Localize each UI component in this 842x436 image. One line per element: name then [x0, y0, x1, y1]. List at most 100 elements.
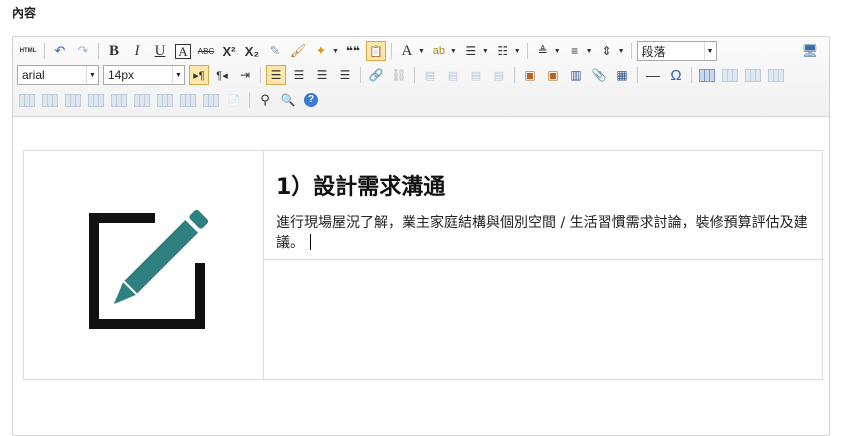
chevron-down-icon[interactable]: ▼: [514, 48, 521, 55]
page-break-icon[interactable]: 📄: [224, 90, 244, 110]
image-float-left-icon[interactable]: ▤: [443, 65, 463, 85]
table-grid-glyph: [699, 68, 715, 82]
merge-cells-icon[interactable]: [86, 90, 106, 110]
image-center-icon[interactable]: ▤: [489, 65, 509, 85]
align-center-icon[interactable]: ☰: [289, 65, 309, 85]
merge-right-icon[interactable]: [109, 90, 129, 110]
chevron-down-icon: ▼: [172, 66, 184, 84]
table-grid-glyph: [65, 93, 81, 107]
magic-wand-icon[interactable]: ✦: [311, 41, 331, 61]
font-color-button[interactable]: A: [397, 41, 417, 61]
rtl-direction-icon[interactable]: ¶◂: [212, 65, 232, 85]
content-table[interactable]: 1）設計需求溝通 進行現場屋況了解，業主家庭結構與個別空間 / 生活習慣需求討論…: [23, 150, 823, 380]
help-icon: ?: [304, 93, 318, 107]
unlink-icon[interactable]: ⛓: [389, 65, 409, 85]
map-icon[interactable]: ▦: [612, 65, 632, 85]
insert-paragraph-before-table-icon[interactable]: [743, 65, 763, 85]
image-float-none-icon[interactable]: ▤: [420, 65, 440, 85]
paragraph-text: 進行現場屋況了解，業主家庭結構與個別空間 / 生活習慣需求討論，裝修預算評估及建…: [276, 215, 808, 251]
superscript-button[interactable]: X²: [219, 41, 239, 61]
separator: [260, 67, 261, 83]
chevron-down-icon: ▼: [86, 66, 98, 84]
table-grid-glyph: [180, 93, 196, 107]
attachment-icon[interactable]: 📎: [589, 65, 609, 85]
text-border-label: A: [175, 43, 191, 59]
insert-col-icon[interactable]: [40, 90, 60, 110]
chevron-down-icon[interactable]: ▼: [482, 48, 489, 55]
table-grid-glyph: [134, 93, 150, 107]
align-justify-icon[interactable]: ☰: [335, 65, 355, 85]
image-icon[interactable]: ▣: [520, 65, 540, 85]
align-right-icon[interactable]: ☰: [312, 65, 332, 85]
unordered-list-icon[interactable]: ☷: [493, 41, 513, 61]
highlight-color-icon[interactable]: ab: [429, 41, 449, 61]
separator: [98, 43, 99, 59]
separator: [390, 43, 392, 59]
split-rows-icon[interactable]: [178, 90, 198, 110]
blockquote-button[interactable]: ❝❝: [343, 41, 363, 61]
table-cell-image[interactable]: [24, 151, 264, 379]
table-grid-glyph: [722, 68, 738, 82]
delete-row-icon[interactable]: [17, 90, 37, 110]
redo-icon[interactable]: ↷: [73, 41, 93, 61]
image-float-right-icon[interactable]: ▤: [466, 65, 486, 85]
horizontal-rule-icon[interactable]: —: [643, 65, 663, 85]
eraser-icon[interactable]: ✎: [265, 41, 285, 61]
font-family-select[interactable]: arial ▼: [17, 65, 99, 85]
row-spacing-top-icon[interactable]: ≜: [533, 41, 553, 61]
delete-col-icon[interactable]: [63, 90, 83, 110]
multi-image-icon[interactable]: ▣: [543, 65, 563, 85]
table-grid-glyph: [42, 93, 58, 107]
paragraph-format-select[interactable]: 段落 ▼: [636, 41, 717, 61]
split-cols-icon[interactable]: [201, 90, 221, 110]
delete-table-icon[interactable]: [720, 65, 740, 85]
rich-text-editor: HTML ↶ ↷ B I U A ABC X² X₂ ✎ 🖌 ✦ ▼ ❝❝ 📋 …: [12, 36, 830, 436]
edit-pencil-icon: [89, 209, 209, 329]
separator: [44, 43, 45, 59]
fullscreen-icon[interactable]: 🖥: [800, 41, 820, 61]
text-border-button[interactable]: A: [173, 41, 193, 61]
special-char-button[interactable]: Ω: [666, 65, 686, 85]
undo-icon[interactable]: ↶: [50, 41, 70, 61]
font-size-select[interactable]: 14px ▼: [103, 65, 185, 85]
toolbar-row-1: HTML ↶ ↷ B I U A ABC X² X₂ ✎ 🖌 ✦ ▼ ❝❝ 📋 …: [17, 40, 721, 62]
insert-row-icon[interactable]: [766, 65, 786, 85]
row-spacing-bottom-icon[interactable]: ≡: [565, 41, 585, 61]
underline-button[interactable]: U: [150, 41, 170, 61]
chevron-down-icon[interactable]: ▼: [586, 48, 593, 55]
subscript-button[interactable]: X₂: [242, 41, 262, 61]
table-grid-glyph: [203, 93, 219, 107]
merge-down-icon[interactable]: [132, 90, 152, 110]
paste-plain-icon[interactable]: 📋: [365, 41, 386, 61]
chevron-down-icon[interactable]: ▼: [554, 48, 561, 55]
html-source-button[interactable]: HTML: [17, 41, 39, 61]
table-cell-text[interactable]: 1）設計需求溝通 進行現場屋況了解，業主家庭結構與個別空間 / 生活習慣需求討論…: [264, 151, 822, 260]
chevron-down-icon[interactable]: ▼: [450, 48, 457, 55]
ordered-list-icon[interactable]: ☰: [461, 41, 481, 61]
table-grid-glyph: [19, 93, 35, 107]
insert-table-icon[interactable]: [697, 65, 717, 85]
content-paragraph[interactable]: 進行現場屋況了解，業主家庭結構與個別空間 / 生活習慣需求討論，裝修預算評估及建…: [276, 213, 816, 253]
preview-icon[interactable]: 🔍: [278, 90, 298, 110]
bold-button[interactable]: B: [104, 41, 124, 61]
link-icon[interactable]: 🔗: [366, 65, 386, 85]
align-left-icon[interactable]: ☰: [266, 65, 286, 85]
search-replace-icon[interactable]: ⚲: [255, 90, 275, 110]
split-cells-icon[interactable]: [155, 90, 175, 110]
help-button[interactable]: ?: [301, 90, 321, 110]
italic-button[interactable]: I: [127, 41, 147, 61]
field-label: 內容: [12, 6, 37, 20]
strikethrough-button[interactable]: ABC: [196, 41, 216, 61]
chevron-down-icon[interactable]: ▼: [332, 48, 339, 55]
indent-icon[interactable]: ⇥: [235, 65, 255, 85]
toolbar-row-3: 📄 ⚲ 🔍 ?: [17, 89, 324, 111]
chevron-down-icon: ▼: [703, 42, 716, 60]
format-painter-icon[interactable]: 🖌: [288, 41, 308, 61]
toolbar-row-2: arial ▼ 14px ▼ ▸¶ ¶◂ ⇥ ☰ ☰ ☰ ☰ 🔗 ⛓ ▤ ▤ ▤…: [17, 64, 789, 86]
chevron-down-icon[interactable]: ▼: [618, 48, 625, 55]
video-icon[interactable]: ▥: [566, 65, 586, 85]
separator: [414, 67, 415, 83]
ltr-direction-icon[interactable]: ▸¶: [189, 65, 209, 85]
chevron-down-icon[interactable]: ▼: [418, 48, 425, 55]
line-height-icon[interactable]: ⇕: [597, 41, 617, 61]
